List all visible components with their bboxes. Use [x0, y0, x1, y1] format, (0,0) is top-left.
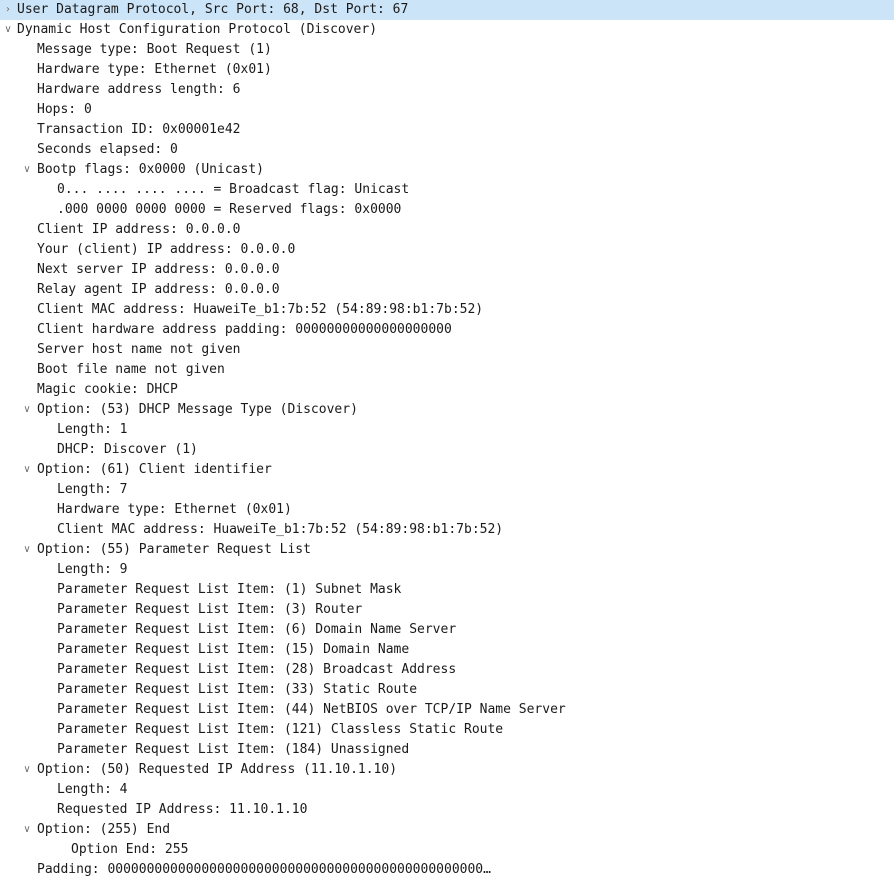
tree-field-row[interactable]: Client IP address: 0.0.0.0: [0, 220, 894, 240]
tree-field-row[interactable]: Padding: 0000000000000000000000000000000…: [0, 860, 894, 880]
tree-field-row[interactable]: Parameter Request List Item: (6) Domain …: [0, 620, 894, 640]
tree-field-row[interactable]: Parameter Request List Item: (121) Class…: [0, 720, 894, 740]
tree-row-label: Option: (255) End: [37, 822, 171, 837]
tree-field-row[interactable]: Your (client) IP address: 0.0.0.0: [0, 240, 894, 260]
tree-row-label: Option: (53) DHCP Message Type (Discover…: [37, 402, 358, 417]
tree-field-row[interactable]: Parameter Request List Item: (44) NetBIO…: [0, 700, 894, 720]
tree-row-label: DHCP: Discover (1): [57, 442, 198, 457]
chevron-down-icon[interactable]: ∨: [20, 820, 34, 840]
tree-row-label: Parameter Request List Item: (28) Broadc…: [57, 662, 457, 677]
tree-field-row[interactable]: Hardware type: Ethernet (0x01): [0, 60, 894, 80]
tree-field-row[interactable]: Parameter Request List Item: (1) Subnet …: [0, 580, 894, 600]
tree-row-label: Parameter Request List Item: (15) Domain…: [57, 642, 410, 657]
chevron-down-icon[interactable]: ∨: [20, 540, 34, 560]
tree-row-label: Server host name not given: [37, 342, 241, 357]
tree-row-label: Length: 9: [57, 562, 128, 577]
tree-row-label: Length: 1: [57, 422, 128, 437]
tree-field-row[interactable]: Requested IP Address: 11.10.1.10: [0, 800, 894, 820]
tree-row-label: Parameter Request List Item: (1) Subnet …: [57, 582, 402, 597]
tree-row-label: Parameter Request List Item: (44) NetBIO…: [57, 702, 566, 717]
tree-row-label: Requested IP Address: 11.10.1.10: [57, 802, 308, 817]
tree-row-label: Padding: 0000000000000000000000000000000…: [37, 862, 491, 877]
tree-node-expandable[interactable]: › User Datagram Protocol, Src Port: 68, D…: [0, 0, 894, 20]
chevron-down-icon[interactable]: ∨: [20, 160, 34, 180]
tree-field-row[interactable]: DHCP: Discover (1): [0, 440, 894, 460]
tree-row-label: Dynamic Host Configuration Protocol (Dis…: [17, 22, 378, 37]
tree-row-label: Hardware type: Ethernet (0x01): [37, 62, 272, 77]
tree-field-row[interactable]: Parameter Request List Item: (33) Static…: [0, 680, 894, 700]
tree-field-row[interactable]: Next server IP address: 0.0.0.0: [0, 260, 894, 280]
tree-field-row[interactable]: Boot file name not given: [0, 360, 894, 380]
tree-field-row[interactable]: Relay agent IP address: 0.0.0.0: [0, 280, 894, 300]
tree-row-label: Option: (50) Requested IP Address (11.10…: [37, 762, 398, 777]
tree-node-expandable[interactable]: ∨ Option: (55) Parameter Request List: [0, 540, 894, 560]
tree-row-label: Your (client) IP address: 0.0.0.0: [37, 242, 296, 257]
tree-row-label: Message type: Boot Request (1): [37, 42, 272, 57]
tree-field-row[interactable]: Client MAC address: HuaweiTe_b1:7b:52 (5…: [0, 520, 894, 540]
tree-node-expandable[interactable]: ∨ Bootp flags: 0x0000 (Unicast): [0, 160, 894, 180]
tree-row-label: Parameter Request List Item: (184) Unass…: [57, 742, 410, 757]
tree-row-label: Relay agent IP address: 0.0.0.0: [37, 282, 280, 297]
tree-field-row[interactable]: Parameter Request List Item: (3) Router: [0, 600, 894, 620]
tree-row-label: Length: 4: [57, 782, 128, 797]
tree-field-row[interactable]: Client MAC address: HuaweiTe_b1:7b:52 (5…: [0, 300, 894, 320]
tree-field-row[interactable]: Option End: 255: [0, 840, 894, 860]
tree-row-label: Seconds elapsed: 0: [37, 142, 178, 157]
tree-field-row[interactable]: Magic cookie: DHCP: [0, 380, 894, 400]
tree-field-row[interactable]: .000 0000 0000 0000 = Reserved flags: 0x…: [0, 200, 894, 220]
tree-field-row[interactable]: Hops: 0: [0, 100, 894, 120]
chevron-down-icon[interactable]: ∨: [20, 400, 34, 420]
tree-field-row[interactable]: Length: 7: [0, 480, 894, 500]
tree-row-label: Parameter Request List Item: (3) Router: [57, 602, 363, 617]
tree-field-row[interactable]: Length: 4: [0, 780, 894, 800]
tree-field-row[interactable]: Parameter Request List Item: (184) Unass…: [0, 740, 894, 760]
chevron-down-icon[interactable]: ∨: [1, 20, 15, 40]
tree-row-label: .000 0000 0000 0000 = Reserved flags: 0x…: [57, 202, 402, 217]
tree-field-row[interactable]: Hardware address length: 6: [0, 80, 894, 100]
packet-details-tree: › User Datagram Protocol, Src Port: 68, D…: [0, 0, 894, 880]
tree-row-label: Hardware address length: 6: [37, 82, 241, 97]
tree-row-label: User Datagram Protocol, Src Port: 68, Ds…: [17, 2, 409, 17]
tree-row-label: Length: 7: [57, 482, 128, 497]
tree-row-label: Next server IP address: 0.0.0.0: [37, 262, 280, 277]
tree-row-label: Parameter Request List Item: (6) Domain …: [57, 622, 457, 637]
tree-row-label: Client MAC address: HuaweiTe_b1:7b:52 (5…: [57, 522, 504, 537]
tree-row-label: Option: (55) Parameter Request List: [37, 542, 311, 557]
tree-row-label: Hardware type: Ethernet (0x01): [57, 502, 292, 517]
tree-field-row[interactable]: Hardware type: Ethernet (0x01): [0, 500, 894, 520]
tree-row-label: Bootp flags: 0x0000 (Unicast): [37, 162, 264, 177]
tree-row-label: 0... .... .... .... = Broadcast flag: Un…: [57, 182, 410, 197]
tree-row-label: Option: (61) Client identifier: [37, 462, 272, 477]
tree-row-label: Hops: 0: [37, 102, 92, 117]
tree-row-label: Client MAC address: HuaweiTe_b1:7b:52 (5…: [37, 302, 484, 317]
tree-node-expandable[interactable]: ∨ Option: (50) Requested IP Address (11.1…: [0, 760, 894, 780]
tree-row-label: Option End: 255: [71, 842, 189, 857]
tree-node-expandable[interactable]: ∨ Dynamic Host Configuration Protocol (Di…: [0, 20, 894, 40]
tree-field-row[interactable]: Seconds elapsed: 0: [0, 140, 894, 160]
tree-row-label: Parameter Request List Item: (33) Static…: [57, 682, 418, 697]
chevron-down-icon[interactable]: ∨: [20, 460, 34, 480]
tree-node-expandable[interactable]: ∨ Option: (255) End: [0, 820, 894, 840]
tree-field-row[interactable]: Parameter Request List Item: (28) Broadc…: [0, 660, 894, 680]
tree-field-row[interactable]: Length: 9: [0, 560, 894, 580]
tree-node-expandable[interactable]: ∨ Option: (53) DHCP Message Type (Discove…: [0, 400, 894, 420]
chevron-down-icon[interactable]: ∨: [20, 760, 34, 780]
tree-field-row[interactable]: Server host name not given: [0, 340, 894, 360]
tree-field-row[interactable]: 0... .... .... .... = Broadcast flag: Un…: [0, 180, 894, 200]
tree-field-row[interactable]: Length: 1: [0, 420, 894, 440]
chevron-right-icon[interactable]: ›: [1, 0, 15, 20]
tree-field-row[interactable]: Client hardware address padding: 0000000…: [0, 320, 894, 340]
tree-row-label: Magic cookie: DHCP: [37, 382, 178, 397]
tree-row-label: Parameter Request List Item: (121) Class…: [57, 722, 504, 737]
tree-row-label: Client hardware address padding: 0000000…: [37, 322, 452, 337]
tree-row-label: Boot file name not given: [37, 362, 225, 377]
tree-field-row[interactable]: Message type: Boot Request (1): [0, 40, 894, 60]
tree-node-expandable[interactable]: ∨ Option: (61) Client identifier: [0, 460, 894, 480]
tree-row-label: Transaction ID: 0x00001e42: [37, 122, 241, 137]
tree-field-row[interactable]: Transaction ID: 0x00001e42: [0, 120, 894, 140]
tree-row-label: Client IP address: 0.0.0.0: [37, 222, 241, 237]
tree-field-row[interactable]: Parameter Request List Item: (15) Domain…: [0, 640, 894, 660]
